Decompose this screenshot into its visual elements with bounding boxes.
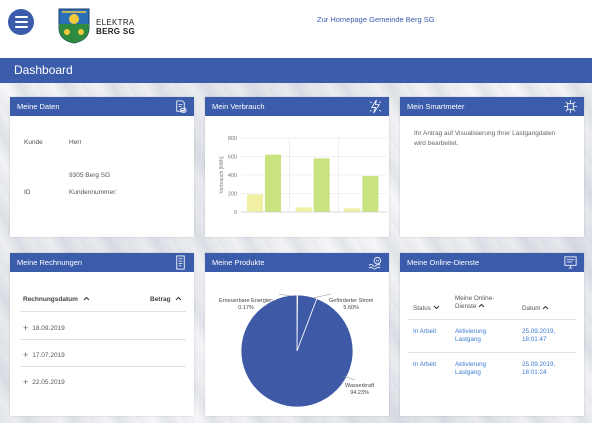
card-title: Mein Smartmeter xyxy=(407,102,465,111)
row2-datum: 25.09.2019, 18:01:24 xyxy=(522,361,556,376)
leader-line xyxy=(278,293,292,297)
status-column-header[interactable]: Status xyxy=(413,305,440,313)
datum-column-label: Datum xyxy=(522,305,541,312)
chevron-up-icon xyxy=(83,296,90,301)
consumption-bar-chart: 800 600 400 200 0 Verbrauch [kWh] xyxy=(219,136,387,216)
card-title: Meine Produkte xyxy=(212,258,265,267)
chevron-up-icon xyxy=(478,303,485,308)
card-meine-online-dienste[interactable]: Meine Online-Dienste Status Meine Online… xyxy=(400,253,584,416)
chevron-up-icon xyxy=(542,305,549,310)
row2-status: In Arbeit xyxy=(413,361,437,368)
address-value: 9305 Berg SG xyxy=(69,172,111,179)
kunde-label: Kunde xyxy=(24,139,43,146)
status-column-label: Status xyxy=(413,305,431,312)
card-header: Mein Smartmeter xyxy=(400,97,584,116)
bar xyxy=(313,158,330,212)
card-header: Meine Online-Dienste xyxy=(400,253,584,272)
amount-column-label: Betrag xyxy=(150,296,171,303)
smartmeter-status-text: Ihr Antrag auf Visualisierung Ihrer Last… xyxy=(414,130,556,147)
brand-name: ELEKTRA BERG SG xyxy=(96,18,135,36)
leader-line xyxy=(312,293,332,299)
bar xyxy=(247,194,263,212)
header-divider xyxy=(20,311,186,312)
y-tick-label: 0 xyxy=(234,210,237,216)
id-label: ID xyxy=(24,189,31,196)
sort-by-amount-header[interactable]: Betrag xyxy=(150,296,182,303)
brand-line-1: ELEKTRA xyxy=(96,18,135,27)
card-header: Meine Produkte xyxy=(205,253,389,272)
card-title: Meine Daten xyxy=(17,102,60,111)
invoice-date: 18.09.2019 xyxy=(32,325,65,332)
sort-by-date-header[interactable]: Rechnungsdatum xyxy=(23,296,90,303)
y-tick-label: 400 xyxy=(228,173,237,179)
datum-column-header[interactable]: Datum xyxy=(522,305,549,313)
invoice-date: 17.07.2019 xyxy=(32,352,65,359)
card-title: Meine Online-Dienste xyxy=(407,258,480,267)
date-column-label: Rechnungsdatum xyxy=(23,296,78,303)
hamburger-menu-button[interactable] xyxy=(8,9,34,35)
monitor-icon xyxy=(564,256,577,269)
page-title-bar: Dashboard xyxy=(0,58,592,83)
card-meine-produkte[interactable]: Meine Produkte Erneuerbare Energien 0.17… xyxy=(205,253,389,416)
bar xyxy=(362,175,379,212)
invoice-icon xyxy=(176,255,185,270)
y-axis-label: Verbrauch [kWh] xyxy=(219,156,225,194)
row1-datum: 25.09.2019, 18:01:47 xyxy=(522,328,556,343)
invoice-row[interactable]: +22.05.2019 xyxy=(23,377,65,387)
chevron-down-icon xyxy=(433,305,439,310)
card-mein-verbrauch[interactable]: Mein Verbrauch 800 600 400 200 0 Verbrauch [k… xyxy=(205,97,389,237)
row-divider xyxy=(20,366,186,367)
product-pie-chart xyxy=(240,293,356,408)
expand-plus-icon[interactable]: + xyxy=(23,323,28,333)
kunde-value: Herr xyxy=(69,139,82,146)
menu-line xyxy=(14,16,28,18)
invoice-date: 22.05.2019 xyxy=(32,379,65,386)
meter-icon xyxy=(563,99,578,114)
row-divider xyxy=(20,339,186,340)
y-tick-label: 800 xyxy=(228,136,237,142)
invoice-row[interactable]: +18.09.2019 xyxy=(23,323,65,333)
row-divider xyxy=(408,352,576,353)
id-value: Kundennummer: xyxy=(69,189,118,196)
water-plug-icon xyxy=(368,256,382,270)
chevron-up-icon xyxy=(176,296,182,301)
header-divider xyxy=(408,319,576,320)
expand-plus-icon[interactable]: + xyxy=(23,350,28,360)
row2-dienst-link[interactable]: Aktivierung Lastgang xyxy=(455,361,500,377)
card-mein-smartmeter[interactable]: Mein Smartmeter Ihr Antrag auf Visualisi… xyxy=(400,97,584,237)
page-title: Dashboard xyxy=(14,63,73,77)
row1-dienst-link[interactable]: Aktivierung Lastgang xyxy=(455,328,500,344)
menu-line xyxy=(14,26,28,28)
document-coins-icon xyxy=(176,100,187,113)
card-meine-daten[interactable]: Meine Daten Kunde Herr 9305 Berg SG ID K… xyxy=(10,97,194,237)
card-title: Mein Verbrauch xyxy=(212,102,265,111)
card-title: Meine Rechnungen xyxy=(17,258,83,267)
lightning-icon xyxy=(369,99,382,114)
brand-line-2: BERG SG xyxy=(96,27,135,36)
bar xyxy=(295,207,312,212)
dienste-column-label: Meine Online-Dienste xyxy=(455,295,495,310)
homepage-link[interactable]: Zur Homepage Gemeinde Berg SG xyxy=(317,15,435,24)
row1-status: In Arbeit xyxy=(413,328,437,335)
y-tick-label: 200 xyxy=(228,192,237,198)
pie-slice xyxy=(240,294,354,408)
expand-plus-icon[interactable]: + xyxy=(23,377,28,387)
dienste-column-header[interactable]: Meine Online-Dienste xyxy=(455,295,503,311)
card-header: Meine Rechnungen xyxy=(10,253,194,272)
bar xyxy=(265,154,281,212)
card-meine-rechnungen[interactable]: Meine Rechnungen Rechnungsdatum Betrag +… xyxy=(10,253,194,416)
card-header: Mein Verbrauch xyxy=(205,97,389,116)
invoice-row[interactable]: +17.07.2019 xyxy=(23,350,65,360)
y-tick-label: 600 xyxy=(228,155,237,161)
coat-of-arms-logo[interactable] xyxy=(58,8,90,44)
menu-line xyxy=(14,21,28,23)
app-header: ELEKTRA BERG SG Zur Homepage Gemeinde Be… xyxy=(0,0,592,57)
card-header: Meine Daten xyxy=(10,97,194,116)
bar xyxy=(344,208,361,212)
